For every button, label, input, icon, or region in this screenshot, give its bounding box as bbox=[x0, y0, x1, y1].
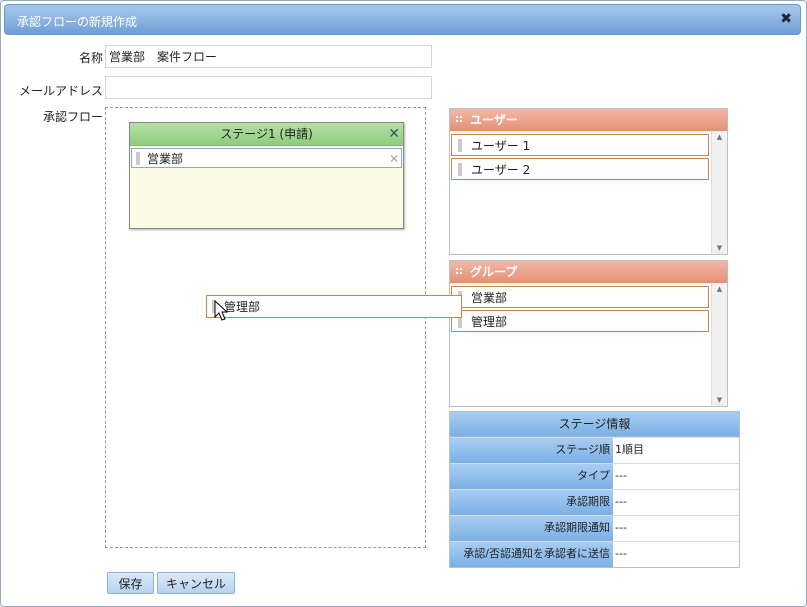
user-item[interactable]: ユーザー 2 bbox=[451, 158, 709, 180]
info-value: --- bbox=[615, 521, 627, 534]
stage-title: ステージ1 (申請) bbox=[220, 127, 313, 141]
scroll-up-icon[interactable]: ▲ bbox=[712, 285, 727, 293]
approval-flow-label: 承認フロー bbox=[42, 110, 103, 124]
user-item-name: ユーザー 1 bbox=[471, 139, 531, 153]
cancel-button[interactable]: キャンセル bbox=[157, 572, 235, 594]
stage-close-icon[interactable]: ✕ bbox=[388, 123, 400, 145]
users-panel-title: ユーザー bbox=[470, 113, 518, 127]
mouse-cursor-icon bbox=[214, 300, 228, 321]
save-button[interactable]: 保存 bbox=[107, 572, 154, 594]
info-value: --- bbox=[615, 469, 627, 482]
stage-card[interactable]: ステージ1 (申請) ✕ 営業部 ✕ bbox=[129, 122, 404, 229]
drag-handle-icon[interactable] bbox=[458, 163, 462, 176]
groups-scrollbar[interactable]: ▲ ▼ bbox=[711, 283, 727, 406]
info-row: 承認/否認通知を承認者に送信 --- bbox=[450, 541, 739, 567]
groups-panel: グループ 営業部 管理部 ▲ ▼ bbox=[449, 260, 728, 407]
dragging-group-item[interactable]: 管理部 bbox=[206, 295, 462, 318]
info-key: 承認期限 bbox=[450, 490, 613, 515]
email-input[interactable] bbox=[105, 76, 432, 99]
stage-info-title: ステージ情報 bbox=[450, 412, 739, 437]
stage-header: ステージ1 (申請) ✕ bbox=[130, 123, 403, 146]
info-row: 承認期限通知 --- bbox=[450, 515, 739, 541]
groups-panel-header: グループ bbox=[450, 261, 727, 283]
users-panel-header: ユーザー bbox=[450, 109, 727, 131]
info-row: 承認期限 --- bbox=[450, 489, 739, 515]
stage-member-name: 営業部 bbox=[147, 152, 184, 166]
info-value: 1順目 bbox=[615, 443, 644, 456]
group-item-name: 営業部 bbox=[471, 291, 508, 305]
info-key: 承認/否認通知を承認者に送信 bbox=[450, 542, 613, 567]
grid-icon bbox=[455, 267, 464, 276]
info-key: タイプ bbox=[450, 464, 613, 489]
groups-panel-title: グループ bbox=[470, 265, 518, 279]
info-value: --- bbox=[615, 547, 627, 560]
name-input[interactable] bbox=[105, 45, 432, 68]
users-scrollbar[interactable]: ▲ ▼ bbox=[711, 131, 727, 254]
info-row: ステージ順 1順目 bbox=[450, 437, 739, 463]
dialog-title: 承認フローの新規作成 bbox=[17, 15, 138, 29]
remove-member-icon[interactable]: ✕ bbox=[389, 149, 399, 169]
user-item[interactable]: ユーザー 1 bbox=[451, 134, 709, 156]
info-key: 承認期限通知 bbox=[450, 516, 613, 541]
drag-handle-icon[interactable] bbox=[136, 152, 140, 165]
group-item[interactable]: 営業部 bbox=[451, 286, 709, 308]
dragging-item-name: 管理部 bbox=[224, 300, 261, 314]
approval-flow-dialog: 承認フローの新規作成 ✖ 名称 メールアドレス 承認フロー ステージ1 (申請)… bbox=[0, 0, 807, 607]
scroll-down-icon[interactable]: ▼ bbox=[712, 396, 727, 404]
group-item[interactable]: 管理部 bbox=[451, 310, 709, 332]
stage-info-table: ステージ情報 ステージ順 1順目 タイプ --- 承認期限 --- 承認期限通知… bbox=[449, 411, 740, 568]
group-item-name: 管理部 bbox=[471, 315, 508, 329]
grid-icon bbox=[455, 115, 464, 124]
dialog-titlebar[interactable]: 承認フローの新規作成 ✖ bbox=[4, 4, 801, 35]
scroll-down-icon[interactable]: ▼ bbox=[712, 244, 727, 252]
info-row: タイプ --- bbox=[450, 463, 739, 489]
email-label: メールアドレス bbox=[18, 84, 103, 98]
info-key: ステージ順 bbox=[450, 438, 613, 463]
close-icon[interactable]: ✖ bbox=[780, 11, 792, 27]
name-label: 名称 bbox=[78, 51, 103, 65]
info-value: --- bbox=[615, 495, 627, 508]
user-item-name: ユーザー 2 bbox=[471, 163, 531, 177]
users-panel: ユーザー ユーザー 1 ユーザー 2 ▲ ▼ bbox=[449, 108, 728, 255]
drag-handle-icon[interactable] bbox=[458, 139, 462, 152]
stage-member[interactable]: 営業部 ✕ bbox=[131, 148, 402, 168]
scroll-up-icon[interactable]: ▲ bbox=[712, 133, 727, 141]
